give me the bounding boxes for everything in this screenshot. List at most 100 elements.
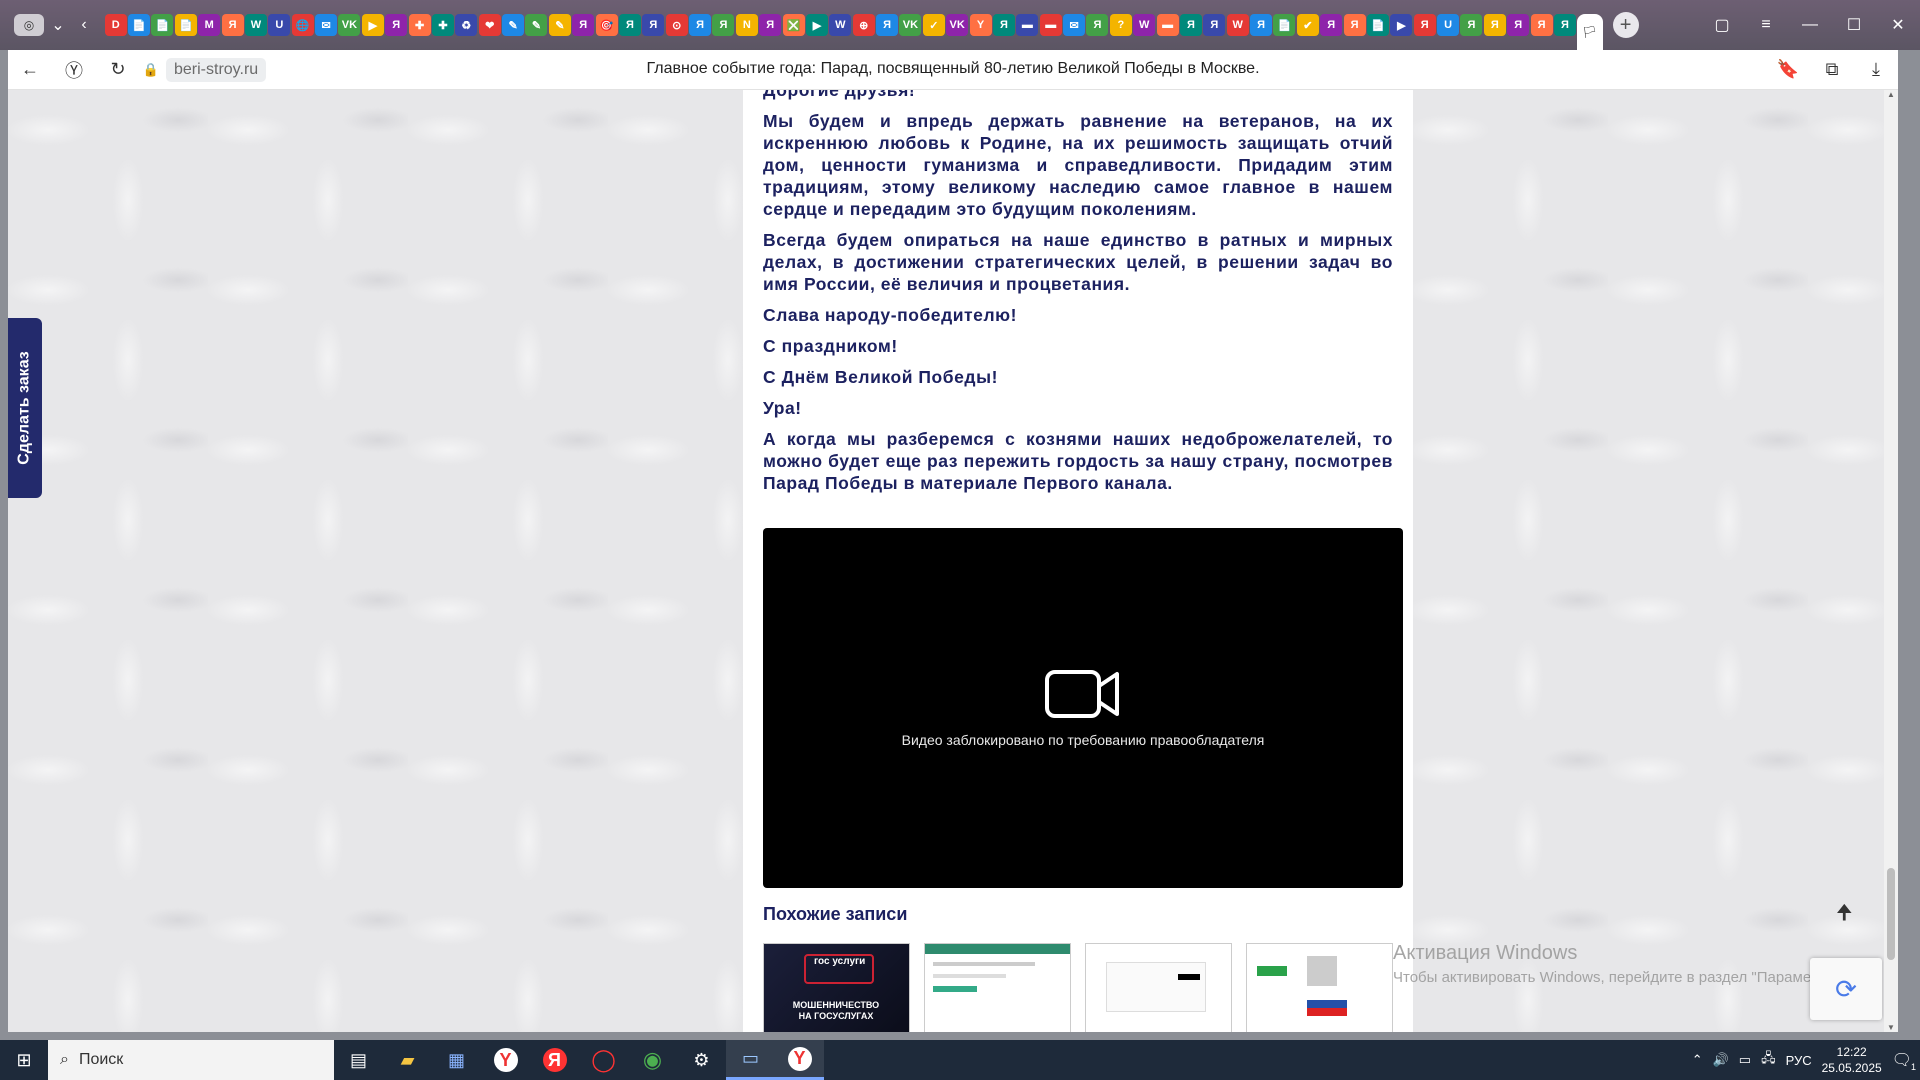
chrome-icon[interactable]: ◉	[628, 1040, 677, 1080]
pinned-tab-icon[interactable]: ✎	[525, 14, 548, 36]
reload-icon[interactable]: ↻	[96, 50, 140, 90]
pinned-tab-icon[interactable]: D	[104, 14, 127, 36]
volume-icon[interactable]: 🔊	[1713, 1052, 1729, 1068]
pinned-tab-icon[interactable]: U	[268, 14, 291, 36]
pinned-tab-icon[interactable]: VK	[946, 14, 969, 36]
opera-icon[interactable]: ◯	[579, 1040, 628, 1080]
task-view-icon[interactable]: ▤	[334, 1040, 383, 1080]
clock[interactable]: 12:22 25.05.2025	[1822, 1044, 1882, 1076]
settings-gear-icon[interactable]: ⚙	[677, 1040, 726, 1080]
notifications-icon[interactable]: 🗨 1	[1892, 1050, 1916, 1072]
collections-icon[interactable]: ▢	[1700, 5, 1744, 45]
pinned-tab-icon[interactable]: N	[735, 14, 758, 36]
yandex-browser-icon[interactable]: Y	[481, 1040, 530, 1080]
download-icon[interactable]: ⤓	[1854, 50, 1898, 90]
pinned-tab-icon[interactable]: U	[1437, 14, 1460, 36]
pinned-tab-icon[interactable]: Я	[1530, 14, 1553, 36]
windows-start-icon[interactable]: ⊞	[0, 1040, 48, 1080]
taskbar-search[interactable]: ⌕ Поиск	[48, 1040, 334, 1080]
related-post-thumbnail[interactable]	[1085, 943, 1232, 1032]
pinned-tab-icon[interactable]: 📄	[1366, 14, 1389, 36]
pinned-tab-icon[interactable]: 📄	[174, 14, 197, 36]
pinned-tab-icon[interactable]: Я	[992, 14, 1015, 36]
pinned-tab-icon[interactable]: ⊕	[852, 14, 875, 36]
pinned-tab-icon[interactable]: Я	[1507, 14, 1530, 36]
pinned-tab-icon[interactable]: ✚	[431, 14, 454, 36]
pinned-tab-icon[interactable]: Я	[618, 14, 641, 36]
tabs-dropdown-icon[interactable]: ⌄	[46, 0, 70, 50]
scrollbar-thumb[interactable]	[1887, 868, 1895, 960]
app-window-icon[interactable]: ▭	[726, 1040, 775, 1080]
pinned-tab-icon[interactable]: Я	[1320, 14, 1343, 36]
pinned-tab-icon[interactable]: 🌐	[291, 14, 314, 36]
pinned-tab-icon[interactable]: ✉	[1063, 14, 1086, 36]
pinned-tab-icon[interactable]: M	[198, 14, 221, 36]
pinned-tab-icon[interactable]: 📄	[151, 14, 174, 36]
pinned-tab-icon[interactable]: ▬	[1039, 14, 1062, 36]
bookmark-icon[interactable]: 🔖	[1766, 50, 1810, 90]
tab-active[interactable]: 🏳	[1576, 14, 1603, 50]
pinned-tab-icon[interactable]: ✎	[548, 14, 571, 36]
pinned-tab-icon[interactable]: Я	[1413, 14, 1436, 36]
related-post-thumbnail[interactable]	[1246, 943, 1393, 1032]
pinned-tab-icon[interactable]: VK	[899, 14, 922, 36]
pinned-tab-icon[interactable]: ✉	[315, 14, 338, 36]
pinned-tab-icon[interactable]: ⊙	[665, 14, 688, 36]
pinned-tab-icon[interactable]: ✔	[1296, 14, 1319, 36]
pinned-tab-icon[interactable]: ▶	[1390, 14, 1413, 36]
video-player[interactable]: Видео заблокировано по требованию правоо…	[763, 528, 1403, 888]
minimize-icon[interactable]: —	[1788, 5, 1832, 45]
pinned-tab-icon[interactable]: Я	[1250, 14, 1273, 36]
close-icon[interactable]: ✕	[1876, 5, 1920, 45]
new-tab-button[interactable]: +	[1612, 12, 1639, 38]
scroll-up-icon[interactable]: ▲	[1884, 90, 1898, 99]
network-icon[interactable]: 🖧	[1761, 1049, 1776, 1071]
related-post-thumbnail[interactable]	[924, 943, 1071, 1032]
browser-menu-icon[interactable]: ◎	[12, 0, 46, 50]
pinned-tab-icon[interactable]: ❎	[782, 14, 805, 36]
pinned-tab-icon[interactable]: 📄	[128, 14, 151, 36]
pinned-tab-icon[interactable]: Я	[1483, 14, 1506, 36]
store-icon[interactable]: ▦	[432, 1040, 481, 1080]
pinned-tab-icon[interactable]: Я	[1179, 14, 1202, 36]
pinned-tab-icon[interactable]: W	[1133, 14, 1156, 36]
pinned-tab-icon[interactable]: ?	[1109, 14, 1132, 36]
pinned-tab-icon[interactable]: W	[244, 14, 267, 36]
pinned-tab-icon[interactable]: ✓	[922, 14, 945, 36]
pinned-tab-icon[interactable]: Я	[1460, 14, 1483, 36]
pinned-tab-icon[interactable]: VK	[338, 14, 361, 36]
pinned-tab-icon[interactable]: Я	[642, 14, 665, 36]
pinned-tab-icon[interactable]: ✎	[502, 14, 525, 36]
scroll-down-icon[interactable]: ▼	[1884, 1023, 1898, 1032]
pinned-tab-icon[interactable]: W	[829, 14, 852, 36]
url-field[interactable]: beri-stroy.ru	[166, 57, 267, 82]
recaptcha-badge[interactable]: ⟳	[1810, 958, 1882, 1020]
related-post-thumbnail[interactable]: гос услуги МОШЕННИЧЕСТВО НА ГОСУСЛУГАХ	[763, 943, 910, 1032]
yandex-browser-active-icon[interactable]: Y	[775, 1040, 824, 1080]
pinned-tab-icon[interactable]: Я	[1553, 14, 1576, 36]
back-icon[interactable]: ←	[8, 50, 52, 90]
pinned-tab-icon[interactable]: Я	[385, 14, 408, 36]
pinned-tab-icon[interactable]: Я	[572, 14, 595, 36]
pinned-tab-icon[interactable]: Я	[712, 14, 735, 36]
language-indicator[interactable]: РУС	[1786, 1053, 1812, 1068]
pinned-tab-icon[interactable]: 📄	[1273, 14, 1296, 36]
pinned-tab-icon[interactable]: Я	[759, 14, 782, 36]
page-scrollbar[interactable]: ▲ ▼	[1884, 90, 1898, 1032]
pinned-tab-icon[interactable]: ▬	[1016, 14, 1039, 36]
extensions-icon[interactable]: ⧉	[1810, 50, 1854, 90]
pinned-tab-icon[interactable]: Я	[1203, 14, 1226, 36]
file-explorer-icon[interactable]: ▰	[383, 1040, 432, 1080]
pinned-tab-icon[interactable]: ❤	[478, 14, 501, 36]
battery-icon[interactable]: ▭	[1739, 1052, 1751, 1068]
yandex-icon[interactable]: Ⓨ	[52, 50, 96, 90]
pinned-tab-icon[interactable]: ✚	[408, 14, 431, 36]
tabs-scroll-left-icon[interactable]: ‹	[70, 0, 98, 50]
maximize-icon[interactable]: ☐	[1832, 5, 1876, 45]
lock-icon[interactable]: 🔒	[140, 50, 162, 90]
pinned-tab-icon[interactable]: ▬	[1156, 14, 1179, 36]
yandex-icon[interactable]: Я	[530, 1040, 579, 1080]
pinned-tab-icon[interactable]: ▶	[361, 14, 384, 36]
settings-menu-icon[interactable]: ≡	[1744, 5, 1788, 45]
scroll-to-top-icon[interactable]: 🠉	[1836, 898, 1853, 932]
